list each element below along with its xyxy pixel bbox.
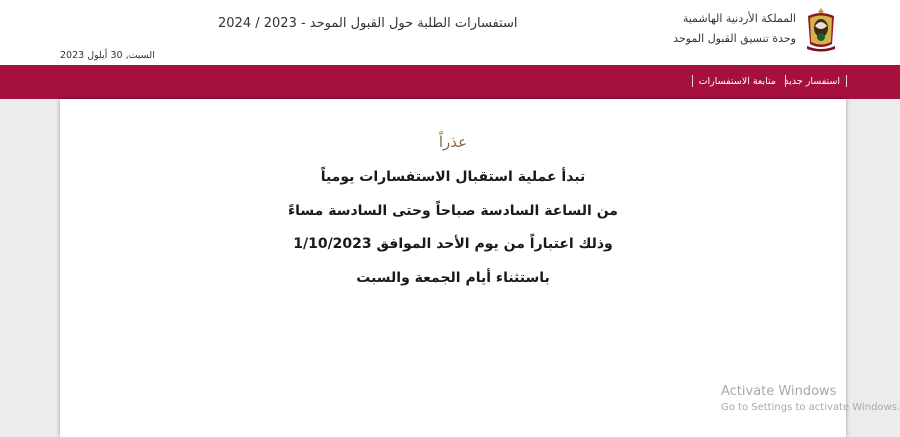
windows-activation-watermark: Activate Windows — [721, 384, 837, 399]
nav-separator — [846, 75, 847, 87]
navbar: استفسار جديد متابعة الاستفسارات — [0, 65, 900, 99]
nav-separator — [785, 75, 786, 87]
message-line-4: باستثناء أيام الجمعة والسبت — [356, 270, 550, 286]
kingdom-label: المملكة الأردنية الهاشمية — [682, 12, 796, 25]
message-title: عذراً — [438, 133, 468, 151]
current-date: السبت, 30 أيلول 2023 — [60, 50, 155, 61]
header: المملكة الأردنية الهاشمية وحدة تنسيق الق… — [0, 0, 900, 65]
nav-new-inquiry-link[interactable]: استفسار جديد — [784, 76, 840, 87]
jordan-coat-of-arms-icon — [807, 8, 835, 52]
unit-label: وحدة تنسيق القبول الموحد — [673, 32, 796, 45]
nav-separator — [692, 75, 693, 87]
page-title: استفسارات الطلبة حول القبول الموحد - 202… — [218, 16, 518, 31]
message-line-3: وذلك اعتباراً من يوم الأحد الموافق 1/10/… — [293, 236, 613, 252]
page: المملكة الأردنية الهاشمية وحدة تنسيق الق… — [0, 0, 900, 437]
message-line-2: من الساعة السادسة صباحاً وحتى السادسة مس… — [288, 203, 618, 219]
message-line-1: تبدأ عملية استقبال الاستفسارات يومياً — [320, 169, 586, 185]
nav-follow-up-link[interactable]: متابعة الاستفسارات — [699, 76, 776, 87]
windows-activation-hint: Go to Settings to activate Windows. — [721, 402, 900, 413]
